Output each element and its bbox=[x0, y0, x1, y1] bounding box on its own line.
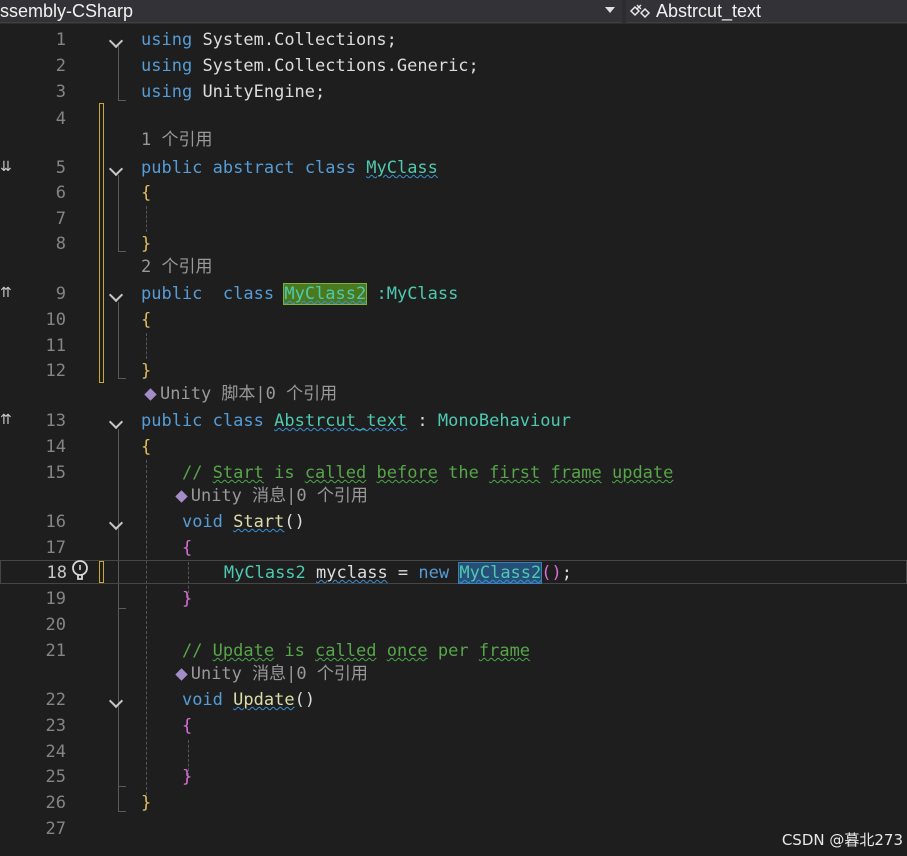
code-text: } bbox=[181, 767, 193, 787]
code-line[interactable]: 25 } bbox=[0, 764, 907, 790]
line-number: 10 bbox=[45, 310, 66, 330]
line-number: 3 bbox=[55, 82, 66, 102]
codelens-references[interactable]: 2 个引用 bbox=[141, 254, 212, 280]
line-number: 2 bbox=[55, 56, 66, 76]
highlighted-symbol: MyClass2 bbox=[283, 283, 368, 305]
collapse-icon[interactable] bbox=[108, 515, 124, 531]
line-number: 11 bbox=[45, 336, 66, 356]
implements-icon[interactable]: ⇈ bbox=[0, 284, 12, 302]
line-number: 9 bbox=[55, 284, 66, 304]
codelens-row: Unity 脚本|0 个引用 bbox=[0, 381, 907, 407]
line-number: 26 bbox=[45, 793, 66, 813]
line-number: 27 bbox=[45, 819, 66, 839]
code-text: using UnityEngine; bbox=[141, 82, 326, 102]
code-line[interactable]: 17 { bbox=[0, 535, 907, 561]
member-dropdown[interactable]: Abstrcut_text bbox=[626, 0, 907, 23]
comment: // Start is called before the first fram… bbox=[181, 463, 674, 483]
code-text: { bbox=[141, 183, 152, 203]
line-number: 6 bbox=[55, 183, 66, 203]
code-line[interactable]: 11 bbox=[0, 333, 907, 359]
class-member-icon bbox=[629, 4, 651, 19]
code-text: } bbox=[141, 793, 152, 813]
line-number: 1 bbox=[55, 30, 66, 50]
code-text: } bbox=[181, 589, 193, 609]
code-text: void Update() bbox=[181, 690, 316, 710]
codelens-unity-message[interactable]: Unity 消息|0 个引用 bbox=[141, 661, 368, 687]
code-text: using System.Collections.Generic; bbox=[141, 56, 479, 76]
navigation-bar: ssembly-CSharp Abstrcut_text bbox=[0, 0, 907, 24]
code-text: public class MyClass2 :MyClass bbox=[141, 283, 459, 305]
comment: // Update is called once per frame bbox=[181, 641, 531, 661]
code-line[interactable]: ⇈ 13 public class Abstrcut_text : MonoBe… bbox=[0, 408, 907, 434]
code-line[interactable]: 7 bbox=[0, 206, 907, 232]
line-number: 16 bbox=[45, 512, 66, 532]
code-line[interactable]: 1 using System.Collections; bbox=[0, 27, 907, 53]
watermark: CSDN @暮北273 bbox=[781, 831, 903, 849]
line-number: 25 bbox=[45, 767, 66, 787]
member-name: Abstrcut_text bbox=[656, 1, 762, 21]
implemented-by-icon[interactable]: ⇊ bbox=[0, 158, 12, 176]
line-number: 13 bbox=[45, 411, 66, 431]
line-number: 23 bbox=[45, 716, 66, 736]
chevron-down-icon[interactable] bbox=[605, 7, 615, 13]
code-text: { bbox=[181, 538, 193, 558]
line-number: 5 bbox=[55, 158, 66, 178]
collapse-icon[interactable] bbox=[108, 161, 124, 177]
codelens-unity-script[interactable]: Unity 脚本|0 个引用 bbox=[141, 381, 337, 407]
codelens-row: 2 个引用 bbox=[0, 254, 907, 280]
current-line[interactable]: 18 MyClass2 myclass = new MyClass2(); bbox=[0, 560, 907, 584]
line-number: 17 bbox=[45, 538, 66, 558]
code-line[interactable]: ⇊ 5 public abstract class MyClass bbox=[0, 155, 907, 181]
collapse-icon[interactable] bbox=[108, 693, 124, 709]
line-number: 24 bbox=[45, 742, 66, 762]
code-line[interactable]: 19 } bbox=[0, 586, 907, 612]
code-line[interactable]: 14 { bbox=[0, 434, 907, 460]
code-line[interactable]: 3 using UnityEngine; bbox=[0, 79, 907, 105]
unity-cube-icon bbox=[174, 490, 188, 503]
line-number: 14 bbox=[45, 437, 66, 457]
implements-icon[interactable]: ⇈ bbox=[0, 411, 12, 429]
code-text: public abstract class MyClass bbox=[141, 158, 438, 178]
lightbulb-icon[interactable] bbox=[70, 559, 90, 583]
code-line[interactable]: 27 bbox=[0, 816, 907, 842]
code-text: { bbox=[141, 310, 152, 330]
collapse-icon[interactable] bbox=[108, 287, 124, 303]
codelens-row: Unity 消息|0 个引用 bbox=[0, 483, 907, 509]
code-line[interactable]: ⇈ 9 public class MyClass2 :MyClass bbox=[0, 281, 907, 307]
code-line[interactable]: 10 { bbox=[0, 307, 907, 333]
code-line[interactable]: 26 } bbox=[0, 790, 907, 816]
code-text: { bbox=[141, 437, 152, 457]
code-line[interactable]: 22 void Update() bbox=[0, 687, 907, 713]
line-number: 7 bbox=[55, 209, 66, 229]
collapse-icon[interactable] bbox=[108, 33, 124, 49]
code-text: MyClass2 myclass = new MyClass2(); bbox=[223, 562, 573, 584]
code-text: { bbox=[181, 716, 193, 736]
project-dropdown[interactable]: ssembly-CSharp bbox=[0, 0, 622, 23]
code-text: void Start() bbox=[181, 512, 305, 532]
selected-symbol: MyClass2 bbox=[458, 562, 543, 584]
codelens-unity-message[interactable]: Unity 消息|0 个引用 bbox=[141, 483, 368, 509]
code-editor[interactable]: 1 using System.Collections; 2 using Syst… bbox=[0, 24, 907, 856]
unity-cube-icon bbox=[144, 388, 157, 401]
codelens-row: Unity 消息|0 个引用 bbox=[0, 661, 907, 687]
line-number: 18 bbox=[46, 563, 67, 583]
code-line[interactable]: 24 bbox=[0, 739, 907, 765]
code-line[interactable]: 20 bbox=[0, 612, 907, 638]
unity-cube-icon bbox=[174, 668, 188, 681]
code-text: public class Abstrcut_text : MonoBehavio… bbox=[141, 411, 571, 431]
code-text: using System.Collections; bbox=[141, 30, 397, 50]
collapse-icon[interactable] bbox=[108, 414, 124, 430]
code-line[interactable]: 2 using System.Collections.Generic; bbox=[0, 53, 907, 79]
line-number: 20 bbox=[45, 615, 66, 635]
code-line[interactable]: 16 void Start() bbox=[0, 509, 907, 535]
code-line[interactable]: 23 { bbox=[0, 713, 907, 739]
codelens-references[interactable]: 1 个引用 bbox=[141, 127, 212, 153]
code-line[interactable]: 6 { bbox=[0, 180, 907, 206]
line-number: 19 bbox=[45, 589, 66, 609]
project-name: ssembly-CSharp bbox=[0, 1, 134, 21]
line-number: 22 bbox=[45, 690, 66, 710]
codelens-row: 1 个引用 bbox=[0, 127, 907, 153]
